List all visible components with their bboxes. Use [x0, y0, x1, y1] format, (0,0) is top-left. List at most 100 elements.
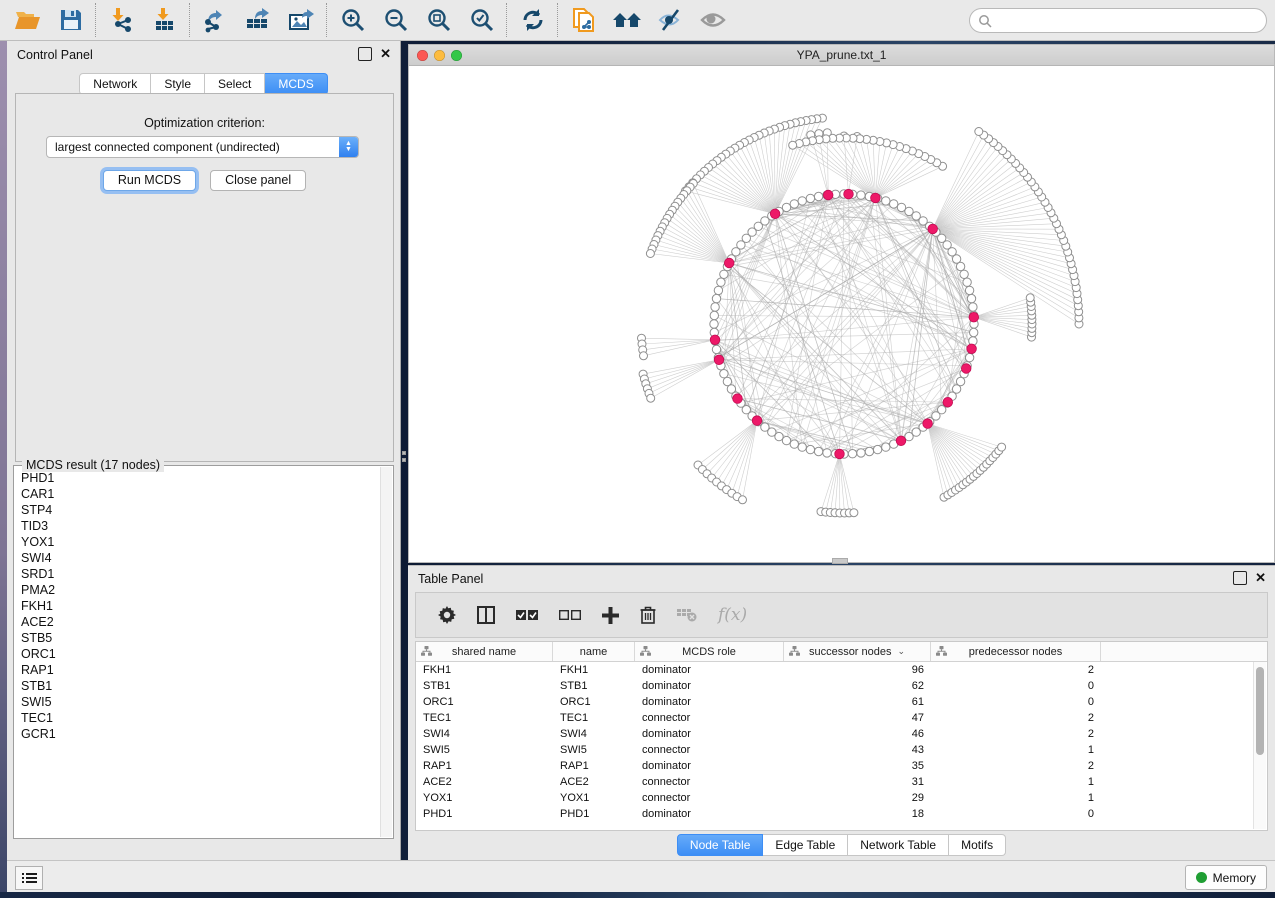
close-table-panel-icon[interactable]: ✕ — [1255, 570, 1266, 586]
column-header-name[interactable]: name — [553, 642, 635, 661]
export-image-icon[interactable] — [280, 3, 323, 37]
gear-icon[interactable] — [438, 606, 456, 624]
table-cell: 31 — [784, 776, 931, 788]
scrollbar-thumb[interactable] — [1256, 667, 1264, 755]
zoom-fit-icon[interactable] — [417, 3, 460, 37]
open-file-icon[interactable] — [6, 3, 49, 37]
network-graph[interactable] — [409, 66, 1274, 562]
import-table-icon[interactable] — [143, 3, 186, 37]
add-icon[interactable] — [602, 607, 619, 624]
mcds-result-item[interactable]: TEC1 — [15, 710, 381, 726]
mcds-result-item[interactable]: TID3 — [15, 518, 381, 534]
column-label: name — [580, 646, 608, 658]
delete-table-icon[interactable] — [677, 608, 697, 622]
search-input[interactable] — [998, 13, 1266, 29]
zoom-out-icon[interactable] — [374, 3, 417, 37]
close-panel-icon[interactable]: ✕ — [380, 46, 391, 62]
mcds-result-item[interactable]: GCR1 — [15, 726, 381, 742]
hide-selected-icon[interactable] — [648, 3, 691, 37]
network-canvas[interactable] — [409, 66, 1274, 562]
table-row[interactable]: FKH1FKH1dominator962 — [416, 662, 1267, 678]
table-row[interactable]: TEC1TEC1connector472 — [416, 710, 1267, 726]
save-session-icon[interactable] — [49, 3, 92, 37]
show-all-icon[interactable] — [691, 3, 734, 37]
tab-node-table[interactable]: Node Table — [677, 834, 764, 856]
zoom-selected-icon[interactable] — [460, 3, 503, 37]
search-box[interactable] — [969, 8, 1267, 33]
table-cell: 35 — [784, 760, 931, 772]
tab-motifs[interactable]: Motifs — [949, 834, 1006, 856]
table-cell: dominator — [635, 696, 784, 708]
table-row[interactable]: SWI4SWI4dominator462 — [416, 726, 1267, 742]
column-label: MCDS role — [682, 646, 736, 658]
run-mcds-button[interactable]: Run MCDS — [103, 170, 196, 191]
zoom-in-icon[interactable] — [331, 3, 374, 37]
tab-network-table[interactable]: Network Table — [848, 834, 949, 856]
mcds-result-item[interactable]: FKH1 — [15, 598, 381, 614]
control-panel-title: Control Panel — [17, 48, 93, 62]
table-panel-title: Table Panel — [418, 572, 483, 586]
mcds-result-item[interactable]: STB1 — [15, 678, 381, 694]
mcds-result-list[interactable]: PHD1CAR1STP4TID3YOX1SWI4SRD1PMA2FKH1ACE2… — [15, 470, 381, 837]
mcds-result-item[interactable]: SRD1 — [15, 566, 381, 582]
mcds-result-scrollbar[interactable] — [380, 467, 392, 837]
deselect-all-icon[interactable] — [559, 609, 581, 621]
clone-network-icon[interactable] — [562, 3, 605, 37]
function-builder-icon[interactable]: f(x) — [718, 605, 747, 625]
first-neighbors-icon[interactable] — [605, 3, 648, 37]
table-row[interactable]: RAP1RAP1dominator352 — [416, 758, 1267, 774]
mcds-result-item[interactable]: PMA2 — [15, 582, 381, 598]
horizontal-splitter-handle[interactable] — [832, 558, 848, 564]
mcds-result-item[interactable]: CAR1 — [15, 486, 381, 502]
column-header-mcds-role[interactable]: MCDS role — [635, 642, 784, 661]
search-icon — [978, 14, 992, 28]
table-cell: TEC1 — [416, 712, 553, 724]
mcds-result-item[interactable]: STB5 — [15, 630, 381, 646]
column-header-successor-nodes[interactable]: successor nodes⌄ — [784, 642, 931, 661]
mcds-result-item[interactable]: SWI5 — [15, 694, 381, 710]
desktop-wallpaper-sliver — [0, 41, 7, 892]
export-table-icon[interactable] — [237, 3, 280, 37]
tab-network[interactable]: Network — [79, 73, 151, 95]
table-scrollbar[interactable] — [1253, 662, 1266, 829]
table-panel: Table Panel ✕ f(x) shared name name MCDS r… — [408, 565, 1275, 860]
network-window-title: YPA_prune.txt_1 — [409, 48, 1274, 62]
table-row[interactable]: ORC1ORC1dominator610 — [416, 694, 1267, 710]
mcds-result-item[interactable]: ORC1 — [15, 646, 381, 662]
tab-select[interactable]: Select — [205, 73, 265, 95]
table-row[interactable]: ACE2ACE2connector311 — [416, 774, 1267, 790]
table-cell: connector — [635, 744, 784, 756]
select-all-icon[interactable] — [516, 609, 538, 621]
column-header-shared-name[interactable]: shared name — [416, 642, 553, 661]
table-row[interactable]: PHD1PHD1dominator180 — [416, 806, 1267, 822]
task-history-button[interactable] — [15, 866, 43, 890]
mcds-result-item[interactable]: PHD1 — [15, 470, 381, 486]
mcds-result-item[interactable]: ACE2 — [15, 614, 381, 630]
import-network-icon[interactable] — [100, 3, 143, 37]
export-network-icon[interactable] — [194, 3, 237, 37]
column-layout-icon[interactable] — [477, 606, 495, 624]
column-header-predecessor-nodes[interactable]: predecessor nodes — [931, 642, 1101, 661]
apply-layout-icon[interactable] — [511, 3, 554, 37]
mcds-result-item[interactable]: STP4 — [15, 502, 381, 518]
network-view-window: YPA_prune.txt_1 — [408, 44, 1275, 563]
table-row[interactable]: STB1STB1dominator620 — [416, 678, 1267, 694]
mcds-result-item[interactable]: SWI4 — [15, 550, 381, 566]
network-window-titlebar[interactable]: YPA_prune.txt_1 — [409, 45, 1274, 66]
tab-mcds[interactable]: MCDS — [265, 73, 327, 95]
tab-style[interactable]: Style — [151, 73, 205, 95]
float-panel-icon[interactable] — [358, 47, 372, 61]
table-cell: SWI4 — [416, 728, 553, 740]
mcds-result-item[interactable]: YOX1 — [15, 534, 381, 550]
close-panel-button[interactable]: Close panel — [210, 170, 306, 191]
optimization-criterion-select[interactable]: largest connected component (undirected)… — [46, 136, 359, 158]
tab-edge-table[interactable]: Edge Table — [763, 834, 848, 856]
vertical-splitter-handle[interactable] — [401, 448, 407, 464]
table-row[interactable]: SWI5SWI5connector431 — [416, 742, 1267, 758]
table-row[interactable]: YOX1YOX1connector291 — [416, 790, 1267, 806]
delete-icon[interactable] — [640, 606, 656, 624]
memory-button[interactable]: Memory — [1185, 865, 1267, 890]
mcds-result-item[interactable]: RAP1 — [15, 662, 381, 678]
node-table-body: FKH1FKH1dominator962STB1STB1dominator620… — [416, 662, 1267, 822]
float-table-panel-icon[interactable] — [1233, 571, 1247, 585]
